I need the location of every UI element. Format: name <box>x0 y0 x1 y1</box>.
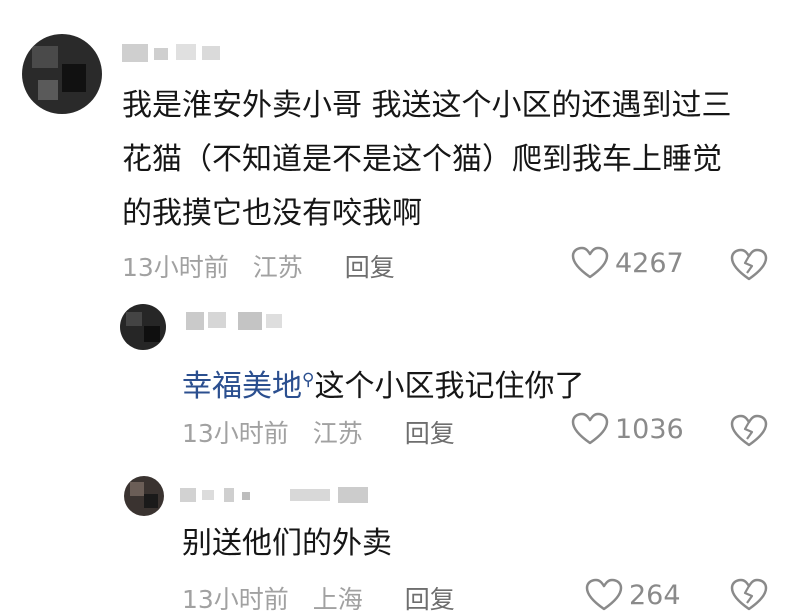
reply-meta: 13小时前 江苏 回复 <box>182 414 455 450</box>
like-button[interactable]: 264 <box>585 578 681 612</box>
location: 上海 <box>312 585 363 614</box>
like-button[interactable]: 4267 <box>571 246 684 280</box>
reply-meta: 13小时前 上海 回复 <box>182 580 455 616</box>
reply-button[interactable]: 回复 <box>345 253 395 282</box>
avatar[interactable] <box>124 476 164 516</box>
like-count: 4267 <box>615 247 684 279</box>
comment-text-line-1: 我是淮安外卖小哥 我送这个小区的还遇到过三 <box>122 88 732 123</box>
like-count: 264 <box>629 579 681 611</box>
broken-heart-icon[interactable] <box>730 578 768 612</box>
avatar[interactable] <box>120 304 166 350</box>
comment-item: 我是淮安外卖小哥 我送这个小区的还遇到过三 花猫（不知道是不是这个猫）爬到我车上… <box>0 0 800 290</box>
heart-outline-icon <box>585 578 623 611</box>
username-blurred[interactable] <box>180 486 390 504</box>
like-button[interactable]: 1036 <box>571 412 684 446</box>
reply-text: 别送他们的外卖 <box>182 526 392 561</box>
avatar[interactable] <box>22 34 102 114</box>
location: 江苏 <box>252 253 303 282</box>
heart-outline-icon <box>571 246 609 279</box>
comment-text-line-3: 的我摸它也没有咬我啊 <box>122 196 422 231</box>
username-blurred[interactable] <box>186 312 296 330</box>
search-link[interactable]: 幸福美地 <box>182 369 302 404</box>
location: 江苏 <box>312 419 363 448</box>
reply-body: 这个小区我记住你了 <box>314 369 585 404</box>
timestamp: 13小时前 <box>122 253 229 282</box>
timestamp: 13小时前 <box>182 585 289 614</box>
broken-heart-icon[interactable] <box>730 414 768 448</box>
reply-item: 幸福美地⚲这个小区我记住你了 13小时前 江苏 回复 1036 <box>0 290 800 460</box>
reply-button[interactable]: 回复 <box>405 585 455 614</box>
heart-outline-icon <box>571 412 609 445</box>
username-blurred[interactable] <box>122 44 242 62</box>
search-icon[interactable]: ⚲ <box>302 370 314 390</box>
reply-text: 幸福美地⚲这个小区我记住你了 <box>182 358 584 409</box>
broken-heart-icon[interactable] <box>730 248 768 282</box>
reply-item: 别送他们的外卖 13小时前 上海 回复 264 <box>0 460 800 614</box>
comment-meta: 13小时前 江苏 回复 <box>122 248 395 284</box>
timestamp: 13小时前 <box>182 419 289 448</box>
reply-button[interactable]: 回复 <box>405 419 455 448</box>
comment-text-line-2: 花猫（不知道是不是这个猫）爬到我车上睡觉 <box>122 142 722 177</box>
like-count: 1036 <box>615 413 684 445</box>
